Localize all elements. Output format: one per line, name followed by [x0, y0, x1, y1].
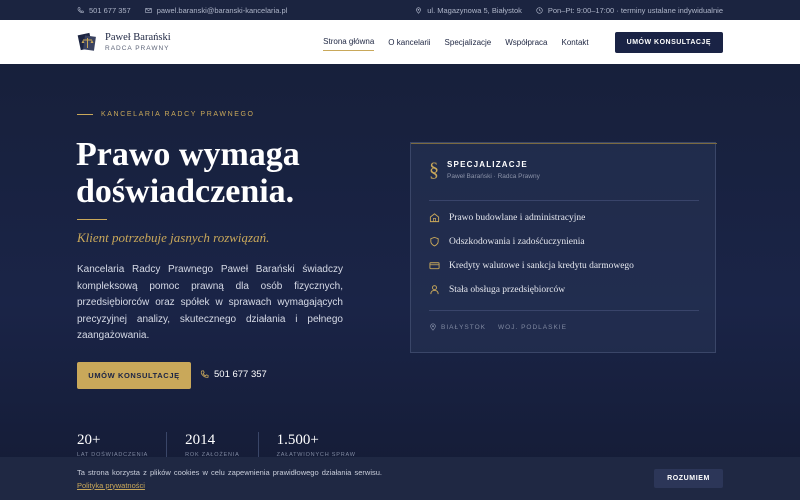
topbar-email[interactable]: pawel.baranski@baranski-kancelaria.pl — [145, 6, 287, 15]
nav-menu: Strona główna O kancelarii Specjalizacje… — [323, 33, 589, 51]
mail-icon — [145, 7, 152, 14]
stat-cases: 1.500+ ZAŁATWIONYCH SPRAW — [276, 432, 356, 458]
card-divider — [429, 200, 699, 201]
card-location: BIAŁYSTOK — [429, 323, 486, 331]
hero-eyebrow: KANCELARIA RADCY PRAWNEGO — [77, 111, 255, 118]
building-icon — [429, 212, 440, 223]
stat-founded: 2014 ROK ZAŁOŻENIA — [185, 432, 259, 458]
card-divider — [429, 310, 699, 311]
nav-item-cooperation[interactable]: Współpraca — [505, 34, 547, 51]
spec-item-compensation[interactable]: Odszkodowania i zadośćuczynienia — [429, 236, 585, 247]
privacy-policy-link[interactable]: Polityka prywatności — [77, 481, 145, 490]
topbar-hours: Pon–Pt: 9:00–17:00 · terminy ustalane in… — [536, 6, 723, 15]
hero-consultation-button[interactable]: UMÓW KONSULTACJĘ — [77, 362, 191, 389]
nav-item-home[interactable]: Strona główna — [323, 33, 375, 51]
card-header: § SPECJALIZACJE Paweł Barański · Radca P… — [429, 160, 540, 180]
main-navigation: Paweł Barański RADCA PRAWNY Strona główn… — [0, 20, 800, 64]
card-title: SPECJALIZACJE — [447, 160, 528, 169]
clock-icon — [536, 6, 543, 14]
hero-description: Kancelaria Radcy Prawnego Paweł Barański… — [77, 264, 343, 341]
specializations-card: § SPECJALIZACJE Paweł Barański · Radca P… — [410, 142, 717, 353]
location-pin-icon — [415, 6, 422, 14]
scales-logo-icon — [77, 32, 96, 51]
hero-lead: Klient potrzebuje jasnych rozwiązań. — [77, 230, 270, 245]
hero-headline: Prawo wymaga doświadczenia. — [76, 136, 300, 210]
cookie-text: Ta strona korzysta z plików cookies w ce… — [77, 467, 382, 490]
stats-row: 20+ LAT DOŚWIADCZENIA 2014 ROK ZAŁOŻENIA… — [77, 432, 392, 458]
topbar-phone[interactable]: 501 677 357 — [77, 6, 131, 15]
spec-item-construction[interactable]: Prawo budowlane i administracyjne — [429, 212, 585, 223]
topbar-address: ul. Magazynowa 5, Białystok — [415, 6, 522, 15]
eyebrow-line — [77, 114, 93, 115]
shield-icon — [429, 236, 440, 247]
headline-divider — [77, 219, 107, 220]
phone-icon — [77, 6, 84, 14]
cookie-accept-button[interactable]: ROZUMIEM — [654, 469, 723, 488]
top-contact-bar: 501 677 357 pawel.baranski@baranski-kanc… — [0, 0, 800, 20]
nav-item-contact[interactable]: Kontakt — [562, 34, 589, 51]
credit-card-icon — [429, 260, 440, 271]
hero-phone-link[interactable]: 501 677 357 — [200, 369, 267, 380]
cookie-banner: Ta strona korzysta z plików cookies w ce… — [0, 457, 800, 500]
logo-role: RADCA PRAWNY — [105, 45, 170, 52]
nav-item-about[interactable]: O kancelarii — [388, 34, 430, 51]
site-logo[interactable]: Paweł Barański RADCA PRAWNY — [77, 31, 171, 53]
stat-experience: 20+ LAT DOŚWIADCZENIA — [77, 432, 168, 458]
phone-icon — [200, 370, 209, 378]
card-accent-line — [411, 143, 717, 144]
card-subtitle: Paweł Barański · Radca Prawny — [447, 173, 540, 180]
card-footer: BIAŁYSTOK WOJ. PODLASKIE — [429, 323, 567, 331]
card-region: WOJ. PODLASKIE — [498, 323, 567, 331]
spec-item-business[interactable]: Stała obsługa przedsiębiorców — [429, 284, 565, 295]
nav-consultation-button[interactable]: UMÓW KONSULTACJĘ — [614, 31, 723, 53]
location-pin-icon — [430, 323, 436, 331]
paragraph-icon: § — [429, 159, 439, 181]
hero-section: KANCELARIA RADCY PRAWNEGO Prawo wymaga d… — [0, 64, 800, 500]
spec-item-loans[interactable]: Kredyty walutowe i sankcja kredytu darmo… — [429, 260, 634, 271]
nav-item-specializations[interactable]: Specjalizacje — [445, 34, 492, 51]
logo-name: Paweł Barański — [105, 32, 171, 43]
user-icon — [429, 284, 440, 295]
